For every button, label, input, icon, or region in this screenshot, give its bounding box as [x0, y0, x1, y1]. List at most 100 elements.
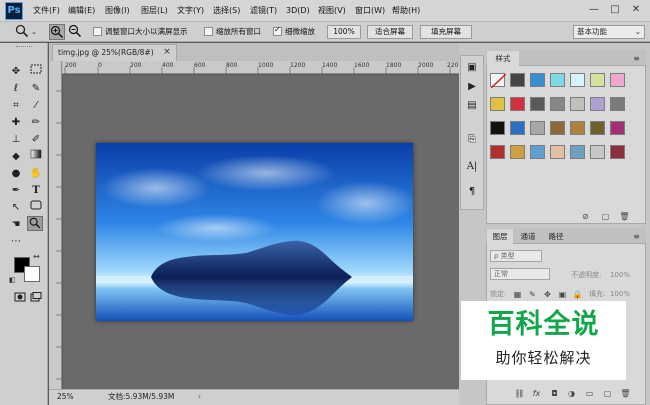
lasso-tool-icon[interactable]: ℓ — [8, 81, 24, 96]
adjustment-layer-icon[interactable]: ◑ — [566, 388, 577, 399]
hand-tool-icon[interactable]: ☚ — [8, 217, 24, 232]
move-tool-icon[interactable]: ✥ — [8, 64, 24, 79]
tab-paths[interactable]: 路径 — [543, 229, 569, 244]
quick-mask-icon[interactable] — [12, 292, 28, 307]
close-window-button[interactable]: ✕ — [629, 3, 643, 17]
pen-tool-icon[interactable]: ✒ — [8, 183, 24, 198]
style-swatch[interactable] — [610, 121, 625, 135]
link-layers-icon[interactable]: ⛓ — [514, 388, 525, 399]
chevron-right-icon[interactable]: › — [198, 392, 201, 402]
zoom-tool-icon[interactable] — [27, 216, 43, 231]
panel-menu-icon[interactable]: ≡ — [631, 231, 642, 242]
menu-filter[interactable]: 滤镜(T) — [250, 4, 277, 18]
style-swatch[interactable] — [510, 121, 525, 135]
fill-value[interactable]: 100% — [610, 289, 630, 299]
style-swatch[interactable] — [550, 121, 565, 135]
tab-channels[interactable]: 通道 — [515, 229, 541, 244]
zoom-level[interactable]: 25% — [57, 392, 74, 402]
dodge-tool-icon[interactable]: ✋ — [28, 166, 44, 181]
lock-image-icon[interactable]: ✎ — [527, 289, 538, 300]
menu-type[interactable]: 文字(Y) — [177, 4, 204, 18]
zoom-tool-preset-icon[interactable] — [14, 24, 30, 40]
menu-3d[interactable]: 3D(D) — [286, 4, 310, 18]
layer-kind-filter[interactable]: ρ 类型 — [490, 250, 542, 262]
healing-brush-tool-icon[interactable]: ✚ — [8, 115, 24, 130]
edit-toolbar-icon[interactable]: ⋯ — [8, 234, 24, 249]
menu-window[interactable]: 窗口(W) — [355, 4, 385, 18]
clone-source-panel-icon[interactable]: ⎘ — [462, 132, 482, 148]
style-swatch[interactable] — [550, 145, 565, 159]
style-swatch[interactable] — [510, 73, 525, 87]
chevron-down-icon[interactable]: ⌄ — [29, 24, 39, 40]
add-mask-icon[interactable]: ◘ — [549, 388, 560, 399]
new-layer-icon[interactable]: ▢ — [602, 388, 613, 399]
style-swatch[interactable] — [570, 97, 585, 111]
style-swatch[interactable] — [590, 145, 605, 159]
lock-artboard-icon[interactable]: ▣ — [557, 289, 568, 300]
new-style-icon[interactable]: ▢ — [600, 211, 611, 222]
swap-colors-icon[interactable]: ↔ — [33, 252, 40, 261]
zoom-100-button[interactable]: 100% — [327, 25, 361, 39]
screen-mode-icon[interactable] — [28, 292, 44, 307]
style-swatch[interactable] — [550, 97, 565, 111]
trash-icon[interactable]: 🗑 — [619, 211, 630, 222]
horizontal-ruler[interactable]: 200 0 200 400 600 800 1000 1200 1400 160… — [63, 61, 462, 74]
background-color-swatch[interactable] — [24, 266, 40, 282]
document-tab[interactable]: timg.jpg @ 25%(RGB/8#) — [52, 44, 177, 61]
gradient-tool-icon[interactable] — [28, 149, 44, 164]
path-selection-tool-icon[interactable]: ↖ — [8, 200, 24, 215]
tab-layers[interactable]: 图层 — [487, 229, 513, 244]
character-panel-icon[interactable]: A| — [462, 159, 482, 175]
style-swatch[interactable] — [550, 73, 565, 87]
menu-layer[interactable]: 图层(L) — [141, 4, 168, 18]
history-brush-tool-icon[interactable]: ✐ — [28, 132, 44, 147]
brush-tool-icon[interactable]: ✏ — [28, 115, 44, 130]
layer-style-fx-icon[interactable]: fx — [531, 388, 542, 399]
minimize-button[interactable]: — — [587, 3, 601, 17]
delete-layer-icon[interactable]: 🗑 — [620, 388, 631, 399]
style-swatch[interactable] — [490, 145, 505, 159]
style-swatch[interactable] — [590, 121, 605, 135]
lock-position-icon[interactable]: ✥ — [542, 289, 553, 300]
actions-panel-icon[interactable]: ▶ — [462, 79, 482, 95]
style-swatch[interactable] — [510, 145, 525, 159]
style-swatch[interactable] — [570, 145, 585, 159]
resize-windows-checkbox[interactable] — [93, 27, 102, 36]
close-document-icon[interactable]: × — [161, 44, 173, 60]
style-swatch[interactable] — [530, 121, 545, 135]
zoom-in-icon[interactable] — [49, 24, 65, 40]
workspace-select[interactable]: 基本功能 ⌄ — [573, 25, 645, 39]
fit-screen-button[interactable]: 适合屏幕 — [367, 25, 413, 39]
style-swatch[interactable] — [610, 97, 625, 111]
clear-style-icon[interactable]: ⊘ — [580, 211, 591, 222]
crop-tool-icon[interactable]: ⌗ — [8, 98, 24, 113]
lock-transparent-icon[interactable]: ▦ — [512, 289, 523, 300]
type-tool-icon[interactable]: T — [28, 183, 44, 198]
style-swatch[interactable] — [530, 145, 545, 159]
menu-view[interactable]: 视图(V) — [318, 4, 346, 18]
paragraph-panel-icon[interactable]: ¶ — [462, 184, 482, 200]
zoom-all-windows-checkbox[interactable] — [204, 27, 213, 36]
marquee-tool-icon[interactable] — [28, 64, 44, 79]
new-group-icon[interactable]: ▭ — [584, 388, 595, 399]
menu-image[interactable]: 图像(I) — [105, 4, 130, 18]
quick-select-tool-icon[interactable]: ✎ — [28, 81, 44, 96]
document-image[interactable] — [96, 143, 416, 321]
style-swatch[interactable] — [490, 121, 505, 135]
style-swatch[interactable] — [490, 97, 505, 111]
zoom-out-icon[interactable] — [67, 24, 83, 40]
style-swatch[interactable] — [530, 73, 545, 87]
default-colors-icon[interactable]: ◧ — [9, 276, 16, 284]
tab-styles[interactable]: 样式 — [487, 51, 519, 66]
style-swatch[interactable] — [530, 97, 545, 111]
menu-select[interactable]: 选择(S) — [213, 4, 240, 18]
maximize-button[interactable]: □ — [608, 3, 622, 17]
clone-stamp-tool-icon[interactable]: ⊥ — [8, 132, 24, 147]
style-swatch[interactable] — [610, 73, 625, 87]
properties-panel-icon[interactable]: ▤ — [462, 98, 482, 114]
scrubby-zoom-checkbox[interactable] — [273, 25, 282, 36]
history-panel-icon[interactable]: ▣ — [462, 60, 482, 76]
menu-help[interactable]: 帮助(H) — [392, 4, 420, 18]
vertical-ruler[interactable] — [49, 61, 62, 390]
style-swatch[interactable] — [570, 121, 585, 135]
